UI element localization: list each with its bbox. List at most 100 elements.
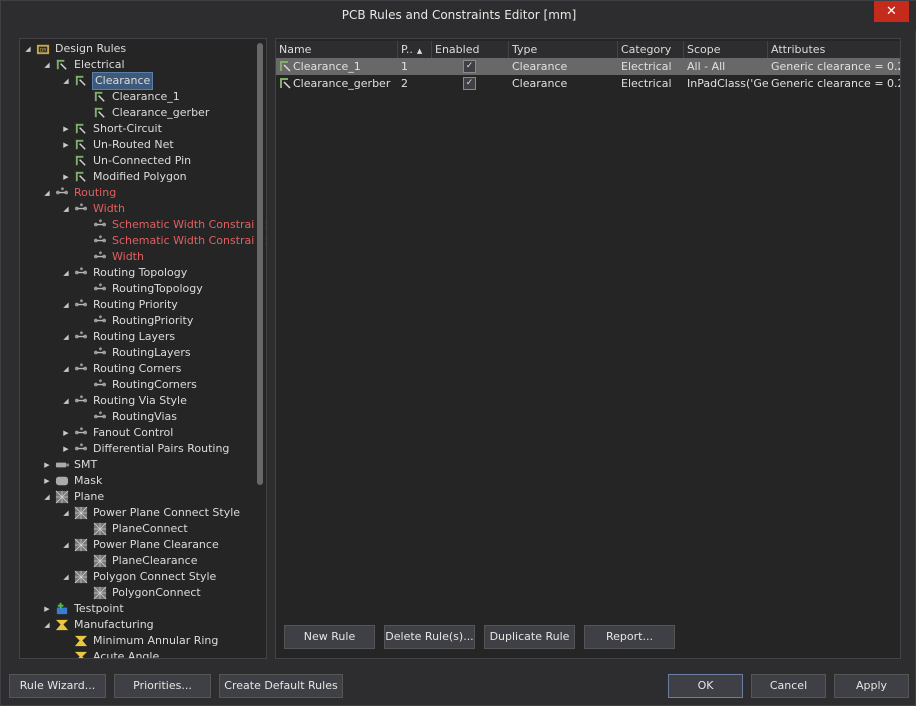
tree-item[interactable]: ◢ Routing Layers [20, 329, 256, 345]
create-default-rules-button[interactable]: Create Default Rules [219, 674, 343, 698]
column-header-priority[interactable]: P.. ▲ [398, 41, 432, 58]
tree-item[interactable]: ◢ Routing [20, 185, 256, 201]
collapsed-arrow-icon[interactable]: ▶ [42, 601, 52, 617]
column-header-type[interactable]: Type [509, 41, 618, 58]
tree-item[interactable]: ◢ Clearance [20, 72, 256, 90]
tree-item[interactable]: RoutingVias [20, 409, 256, 425]
tree-item[interactable]: ▶ Modified Polygon [20, 169, 256, 185]
rule-wizard-button[interactable]: Rule Wizard... [9, 674, 106, 698]
expanded-arrow-icon[interactable]: ◢ [61, 393, 71, 409]
rule-enabled-checkbox[interactable]: ✓ [463, 60, 476, 73]
tree-item[interactable]: RoutingCorners [20, 377, 256, 393]
priorities-button[interactable]: Priorities... [114, 674, 211, 698]
duplicate-rule-button[interactable]: Duplicate Rule [484, 625, 575, 649]
collapsed-arrow-icon[interactable]: ▶ [61, 137, 71, 153]
tree-item[interactable]: ▶ Fanout Control [20, 425, 256, 441]
tree-item[interactable]: Width [20, 249, 256, 265]
tree-item[interactable]: RoutingLayers [20, 345, 256, 361]
tree-item[interactable]: PlaneClearance [20, 553, 256, 569]
tree-item[interactable]: ◢ Routing Via Style [20, 393, 256, 409]
collapsed-arrow-icon[interactable]: ▶ [42, 473, 52, 489]
tree-item[interactable]: Clearance_1 [20, 89, 256, 105]
column-header-name[interactable]: Name [276, 41, 398, 58]
expanded-arrow-icon[interactable]: ◢ [61, 361, 71, 377]
rule-priority: 2 [401, 77, 408, 90]
expanded-arrow-icon[interactable]: ◢ [61, 505, 71, 521]
tree-item[interactable]: Clearance_gerber [20, 105, 256, 121]
tree-item[interactable]: RoutingTopology [20, 281, 256, 297]
tree-item[interactable]: RoutingPriority [20, 313, 256, 329]
tree-item[interactable]: PolygonConnect [20, 585, 256, 601]
collapsed-arrow-icon[interactable]: ▶ [61, 441, 71, 457]
expanded-arrow-icon[interactable]: ◢ [61, 201, 71, 217]
tree-item-label: Mask [74, 474, 103, 487]
tree-item-label: Minimum Annular Ring [93, 634, 219, 647]
expanded-arrow-icon[interactable]: ◢ [61, 265, 71, 281]
tree-item[interactable]: Acute Angle [20, 649, 256, 658]
tree-item[interactable]: ◢ Polygon Connect Style [20, 569, 256, 585]
expanded-arrow-icon[interactable]: ◢ [61, 569, 71, 585]
expanded-arrow-icon[interactable]: ◢ [42, 489, 52, 505]
rules-tree[interactable]: ◢ DR Design Rules ◢ Electrical ◢ Clearance Clea… [19, 38, 267, 659]
tree-item-label: Electrical [74, 58, 125, 71]
collapsed-arrow-icon[interactable]: ▶ [42, 457, 52, 473]
tree-item[interactable]: ◢ Power Plane Connect Style [20, 505, 256, 521]
cancel-button[interactable]: Cancel [751, 674, 826, 698]
tree-item-label: RoutingLayers [112, 346, 191, 359]
tree-item[interactable]: Schematic Width Constraint [20, 217, 266, 233]
expanded-arrow-icon[interactable]: ◢ [42, 185, 52, 201]
tree-item[interactable]: ▶ Differential Pairs Routing [20, 441, 256, 457]
tree-item[interactable]: ▶ SMT [20, 457, 256, 473]
tree-item[interactable]: ▶ Testpoint [20, 601, 256, 617]
table-row[interactable]: Clearance_gerber 2 ✓ Clearance Electrica… [276, 75, 900, 92]
tree-item[interactable]: Schematic Width Constraint [20, 233, 266, 249]
column-header-category[interactable]: Category [618, 41, 684, 58]
rule-enabled-checkbox[interactable]: ✓ [463, 77, 476, 90]
column-header-attributes[interactable]: Attributes [768, 41, 900, 58]
tree-item[interactable]: ◢ Plane [20, 489, 256, 505]
routing-rule-icon [93, 315, 107, 323]
tree-item[interactable]: Un-Connected Pin [20, 153, 256, 169]
tree-item-label: Modified Polygon [93, 170, 187, 183]
tree-item[interactable]: ◢ Power Plane Clearance [20, 537, 256, 553]
expanded-arrow-icon[interactable]: ◢ [61, 297, 71, 313]
expanded-arrow-icon[interactable]: ◢ [61, 537, 71, 553]
manufacturing-rule-icon [55, 619, 69, 631]
expanded-arrow-icon[interactable]: ◢ [42, 57, 52, 73]
routing-rule-icon [74, 395, 88, 403]
tree-item[interactable]: ◢ Routing Topology [20, 265, 256, 281]
collapsed-arrow-icon[interactable]: ▶ [61, 121, 71, 137]
tree-item[interactable]: ▶ Un-Routed Net [20, 137, 256, 153]
ok-button[interactable]: OK [668, 674, 743, 698]
tree-item[interactable]: ◢ Width [20, 201, 256, 217]
column-header-scope[interactable]: Scope [684, 41, 768, 58]
tree-item[interactable]: Minimum Annular Ring [20, 633, 256, 649]
apply-button[interactable]: Apply [834, 674, 909, 698]
rule-enabled-cell: ✓ [432, 58, 509, 75]
new-rule-button[interactable]: New Rule [284, 625, 375, 649]
expanded-arrow-icon[interactable]: ◢ [23, 41, 33, 57]
expanded-arrow-icon[interactable]: ◢ [42, 617, 52, 633]
tree-item[interactable]: ◢ Routing Priority [20, 297, 256, 313]
delete-rules-button[interactable]: Delete Rule(s)... [384, 625, 475, 649]
tree-item[interactable]: ▶ Short-Circuit [20, 121, 256, 137]
tree-item[interactable]: ◢ Routing Corners [20, 361, 256, 377]
collapsed-arrow-icon[interactable]: ▶ [61, 425, 71, 441]
tree-item[interactable]: PlaneConnect [20, 521, 256, 537]
tree-item[interactable]: ◢ Manufacturing [20, 617, 256, 633]
close-button[interactable]: ✕ [874, 1, 909, 22]
collapsed-arrow-icon[interactable]: ▶ [61, 169, 71, 185]
tree-item[interactable]: ◢ DR Design Rules [20, 41, 256, 57]
table-row[interactable]: Clearance_1 1 ✓ Clearance Electrical All… [276, 58, 900, 75]
column-header-enabled[interactable]: Enabled [432, 41, 509, 58]
tree-item[interactable]: ◢ Electrical [20, 57, 256, 73]
tree-item-label: Power Plane Clearance [93, 538, 219, 551]
electrical-rule-icon [75, 171, 86, 182]
tree-scroll-thumb[interactable] [257, 43, 263, 485]
tree-item[interactable]: ▶ Mask [20, 473, 256, 489]
report-button[interactable]: Report... [584, 625, 675, 649]
expanded-arrow-icon[interactable]: ◢ [61, 73, 71, 89]
expanded-arrow-icon[interactable]: ◢ [61, 329, 71, 345]
routing-rule-icon [93, 347, 107, 355]
tree-item-label: Schematic Width Constraint [112, 234, 266, 247]
